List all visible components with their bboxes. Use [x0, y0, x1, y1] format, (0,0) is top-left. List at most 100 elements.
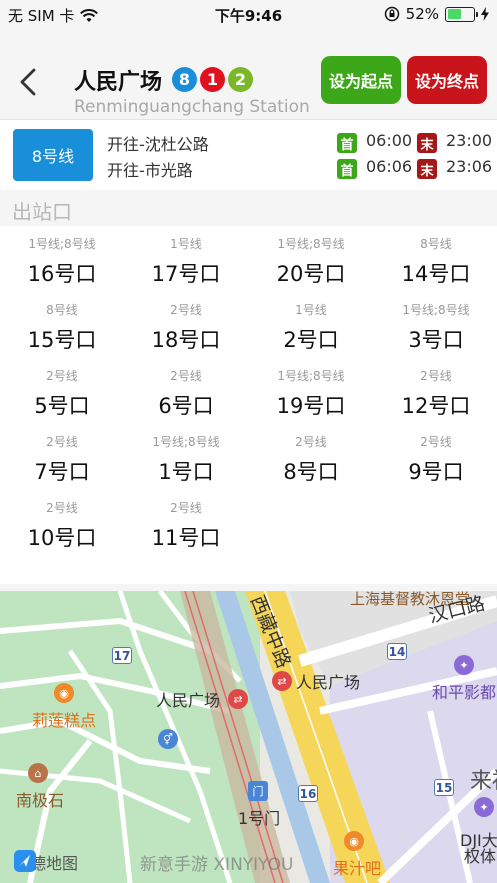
road-number-badge: 14 — [387, 643, 407, 660]
metro-station-icon[interactable]: ⇄ — [228, 689, 248, 709]
exit-lines: 1号线 — [170, 237, 202, 251]
exit-item[interactable]: 1号线 17号口 — [124, 236, 248, 288]
line-timetable: 8号线 开往-沈杜公路 首 06:00 末 23:00 开往-市光路 首 06:… — [0, 120, 497, 190]
station-title: 人民广场 — [74, 70, 163, 95]
last-train-tag: 末 — [417, 159, 437, 179]
exit-lines: 1号线;8号线 — [402, 303, 470, 317]
line-badge-1: 1 — [200, 67, 225, 92]
line-badge-2: 2 — [228, 67, 253, 92]
line-tab[interactable]: 8号线 — [13, 129, 93, 181]
exit-lines: 2号线 — [420, 369, 452, 383]
map-label-poi: 权体 — [464, 847, 497, 866]
exit-item[interactable]: 2号线 5号口 — [0, 368, 124, 420]
first-train-tag: 首 — [337, 133, 357, 153]
exit-item[interactable]: 1号线 2号口 — [249, 302, 373, 354]
exit-name: 3号口 — [408, 328, 464, 352]
last-train-time: 23:06 — [446, 157, 493, 176]
exit-name: 9号口 — [408, 460, 464, 484]
map-canvas — [0, 591, 497, 883]
exit-lines: 2号线 — [420, 435, 452, 449]
exit-item[interactable]: 1号线;8号线 1号口 — [124, 434, 248, 486]
exit-name: 16号口 — [27, 262, 97, 286]
exit-lines: 2号线 — [170, 501, 202, 515]
exit-item[interactable]: 2号线 6号口 — [124, 368, 248, 420]
restroom-icon[interactable]: ⚥ — [158, 729, 178, 749]
exit-name: 7号口 — [34, 460, 90, 484]
exits-section-title: 出站口 — [12, 200, 72, 224]
exit-item[interactable]: 2号线 10号口 — [0, 500, 124, 552]
exit-item[interactable]: 1号线;8号线 16号口 — [0, 236, 124, 288]
station-lines: 812 — [172, 67, 253, 92]
metro-station-icon[interactable]: ⇄ — [272, 671, 292, 691]
map-label-station: 人民广场 — [296, 673, 361, 692]
station-header: 人民广场 812 Renminguangchang Station 设为起点 设… — [0, 30, 497, 120]
exit-name: 12号口 — [401, 394, 471, 418]
map-label-gate: 1号门 — [238, 809, 281, 828]
exit-lines: 8号线 — [46, 303, 78, 317]
landmark-icon[interactable]: ⌂ — [28, 763, 48, 783]
bakery-icon[interactable]: ◉ — [54, 683, 74, 703]
exit-item[interactable]: 2号线 18号口 — [124, 302, 248, 354]
station-title-en: Renminguangchang Station — [74, 97, 310, 117]
exit-item[interactable]: 1号线;8号线 19号口 — [249, 368, 373, 420]
exit-name: 1号口 — [158, 460, 214, 484]
exit-item[interactable]: 2号线 12号口 — [374, 368, 497, 420]
orientation-lock-icon — [384, 6, 399, 22]
exit-lines: 2号线 — [46, 435, 78, 449]
set-end-button[interactable]: 设为终点 — [407, 56, 487, 104]
map-label-poi: 来福 — [470, 769, 497, 794]
charging-icon — [481, 7, 489, 21]
exit-item[interactable]: 2号线 9号口 — [374, 434, 497, 486]
set-start-button[interactable]: 设为起点 — [321, 56, 401, 104]
first-train-time: 06:06 — [366, 157, 413, 176]
exit-lines: 2号线 — [46, 501, 78, 515]
exit-name: 8号口 — [283, 460, 339, 484]
line-badge-8: 8 — [172, 67, 197, 92]
exit-lines: 1号线;8号线 — [277, 237, 345, 251]
exit-lines: 2号线 — [170, 303, 202, 317]
exit-name: 11号口 — [151, 526, 221, 550]
exit-name: 18号口 — [151, 328, 221, 352]
shop-icon[interactable]: ✦ — [474, 797, 494, 817]
map-label-poi: 莉莲糕点 — [32, 711, 97, 730]
gate-icon[interactable]: 门 — [248, 781, 268, 801]
battery-icon — [445, 6, 478, 22]
back-icon[interactable] — [14, 66, 42, 98]
direction-label: 开往-沈杜公路 — [107, 135, 209, 154]
exit-lines: 2号线 — [295, 435, 327, 449]
last-train-time: 23:00 — [446, 131, 493, 150]
exit-item[interactable]: 8号线 15号口 — [0, 302, 124, 354]
drink-icon[interactable]: ◉ — [344, 831, 364, 851]
last-train-tag: 末 — [417, 133, 437, 153]
exit-name: 5号口 — [34, 394, 90, 418]
map-label-station: 人民广场 — [156, 691, 221, 710]
exit-name: 17号口 — [151, 262, 221, 286]
road-number-badge: 16 — [298, 785, 318, 802]
status-bar: 无 SIM 卡 下午9:46 52% — [0, 0, 497, 30]
cinema-icon[interactable]: ✦ — [454, 655, 474, 675]
station-map[interactable]: 上海基督教沐恩堂 汉口路 西藏中路 17 14 16 15 ⇄ 人民广场 人民广… — [0, 591, 497, 883]
road-number-badge: 17 — [112, 647, 132, 664]
exit-name: 19号口 — [276, 394, 346, 418]
exit-item[interactable]: 2号线 8号口 — [249, 434, 373, 486]
exit-item[interactable]: 2号线 7号口 — [0, 434, 124, 486]
direction-label: 开往-市光路 — [107, 161, 193, 180]
exit-lines: 2号线 — [46, 369, 78, 383]
first-train-time: 06:00 — [366, 131, 413, 150]
exit-item[interactable]: 8号线 14号口 — [374, 236, 497, 288]
exit-name: 6号口 — [158, 394, 214, 418]
exits-grid: 1号线;8号线 16号口 1号线 17号口 1号线;8号线 20号口 8号线 14号口 8号线 1… — [0, 226, 497, 584]
road-number-badge: 15 — [434, 779, 454, 796]
map-label-poi: 南极石 — [16, 791, 65, 810]
exit-lines: 1号线 — [295, 303, 327, 317]
exit-name: 20号口 — [276, 262, 346, 286]
exit-lines: 2号线 — [170, 369, 202, 383]
watermark: 新意手游 XINYIYOU — [140, 855, 294, 875]
exit-item[interactable]: 1号线;8号线 3号口 — [374, 302, 497, 354]
map-label-poi: 果汁吧 — [333, 859, 382, 878]
exit-name: 10号口 — [27, 526, 97, 550]
exit-lines: 8号线 — [420, 237, 452, 251]
exit-item[interactable]: 1号线;8号线 20号口 — [249, 236, 373, 288]
exit-lines: 1号线;8号线 — [277, 369, 345, 383]
exit-item[interactable]: 2号线 11号口 — [124, 500, 248, 552]
